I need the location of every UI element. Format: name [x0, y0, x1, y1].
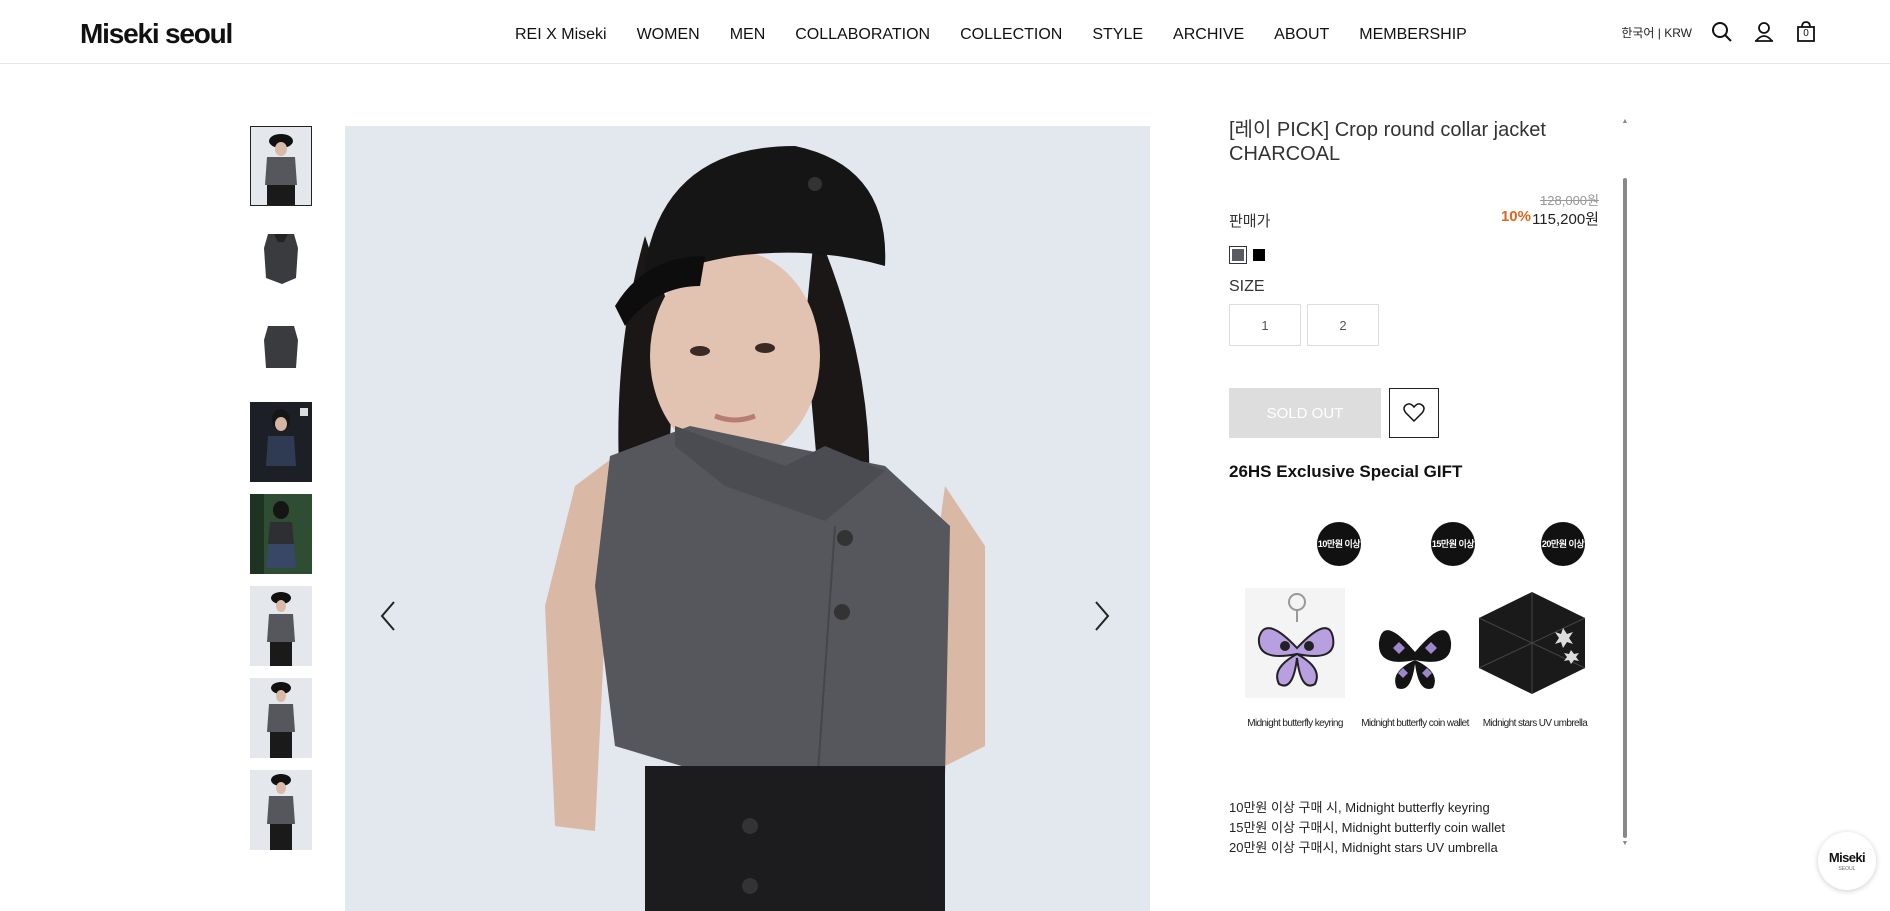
thumbnail-1[interactable] — [250, 126, 312, 206]
thumbnail-8[interactable] — [250, 770, 312, 850]
original-price: 128,000원 — [1540, 193, 1599, 208]
nav-item-style[interactable]: STYLE — [1092, 26, 1143, 44]
gift-badge: 20만원 이상 — [1541, 522, 1585, 566]
size-label: SIZE — [1229, 278, 1265, 295]
product-main-image — [345, 126, 1150, 911]
thumbnail-7[interactable] — [250, 678, 312, 758]
nav-item-collection[interactable]: COLLECTION — [960, 26, 1062, 44]
model-photo — [345, 126, 1150, 911]
header-utilities: 한국어 | KRW 0 — [1621, 20, 1818, 44]
color-swatch-charcoal[interactable] — [1229, 246, 1247, 264]
account-icon[interactable] — [1752, 20, 1776, 44]
heart-icon[interactable] — [1389, 388, 1439, 438]
gift-note: 20만원 이상 구매시, Midnight stars UV umbrella — [1229, 840, 1498, 855]
language-currency-selector[interactable]: 한국어 | KRW — [1621, 24, 1692, 41]
price-block: 판매가 128,000원 10% 115,200원 — [1229, 188, 1599, 238]
cart-count: 0 — [1803, 28, 1809, 39]
product-title: [레이 PICK] Crop round collar jacket CHARC… — [1229, 119, 1546, 165]
discount-rate: 10% — [1500, 208, 1531, 225]
nav-item-collaboration[interactable]: COLLABORATION — [795, 26, 930, 44]
thumbnail-list — [250, 126, 312, 862]
cart-icon[interactable]: 0 — [1794, 20, 1818, 44]
gift-caption: Midnight stars UV umbrella — [1482, 718, 1588, 729]
color-swatch-black[interactable] — [1253, 249, 1265, 261]
sold-out-button[interactable]: SOLD OUT — [1229, 388, 1381, 438]
search-icon[interactable] — [1710, 20, 1734, 44]
color-options — [1229, 246, 1599, 264]
gift-caption: Midnight butterfly coin wallet — [1361, 718, 1469, 729]
gift-showcase: 10만원 이상 Midnight butterfly keyring 15만원 … — [1229, 522, 1599, 752]
thumbnail-3[interactable] — [250, 310, 312, 390]
site-logo[interactable]: Miseki seoul — [80, 18, 233, 50]
scroll-up-icon[interactable]: ▲ — [1621, 118, 1629, 126]
nav-item-about[interactable]: ABOUT — [1274, 26, 1329, 44]
purchase-actions: SOLD OUT — [1229, 388, 1599, 438]
gift-item-umbrella: 20만원 이상 Midnight stars UV umbrella — [1475, 522, 1595, 742]
gift-item-coin-wallet: 15만원 이상 Midnight butterfly coin wallet — [1355, 522, 1475, 742]
gift-notes: 10만원 이상 구매 시, Midnight butterfly keyring… — [1229, 798, 1599, 858]
thumbnail-2[interactable] — [250, 218, 312, 298]
gift-caption: Midnight butterfly keyring — [1247, 718, 1343, 729]
thumbnail-6[interactable] — [250, 586, 312, 666]
thumbnail-5[interactable] — [250, 494, 312, 574]
umbrella-image — [1478, 592, 1586, 694]
nav-item-women[interactable]: WOMEN — [637, 26, 700, 44]
panel-scrollbar[interactable]: ▲ ▼ — [1621, 118, 1629, 848]
butterfly-keyring-image — [1245, 588, 1345, 698]
scroll-down-icon[interactable]: ▼ — [1621, 840, 1629, 848]
chevron-left-icon[interactable] — [373, 586, 403, 646]
gift-title: 26HS Exclusive Special GIFT — [1229, 462, 1463, 481]
gift-note: 15만원 이상 구매시, Midnight butterfly coin wal… — [1229, 820, 1505, 835]
size-option-2[interactable]: 2 — [1307, 304, 1379, 346]
sale-price: 115,200원 — [1532, 211, 1599, 228]
nav-item-men[interactable]: MEN — [730, 26, 766, 44]
floating-logo-button[interactable]: Miseki SEOUL — [1818, 832, 1876, 890]
size-options: 1 2 — [1229, 304, 1599, 346]
size-option-1[interactable]: 1 — [1229, 304, 1301, 346]
nav-item-membership[interactable]: MEMBERSHIP — [1359, 26, 1467, 44]
nav-item-archive[interactable]: ARCHIVE — [1173, 26, 1244, 44]
gift-note: 10만원 이상 구매 시, Midnight butterfly keyring — [1229, 800, 1490, 815]
chevron-right-icon[interactable] — [1087, 586, 1117, 646]
floating-logo-subtext: SEOUL — [1838, 866, 1856, 872]
price-label: 판매가 — [1229, 213, 1271, 230]
gift-item-keyring: 10만원 이상 Midnight butterfly keyring — [1235, 522, 1361, 742]
butterfly-wallet-image — [1378, 630, 1452, 689]
scrollbar-thumb[interactable] — [1623, 178, 1627, 838]
thumbnail-4[interactable] — [250, 402, 312, 482]
main-nav: REI X Miseki WOMEN MEN COLLABORATION COL… — [515, 26, 1497, 44]
nav-item-rei-x-miseki[interactable]: REI X Miseki — [515, 26, 607, 44]
gift-badge: 15만원 이상 — [1431, 522, 1475, 566]
floating-logo-text: Miseki — [1828, 850, 1866, 865]
site-header: Miseki seoul REI X Miseki WOMEN MEN COLL… — [0, 0, 1890, 64]
product-info-panel: [레이 PICK] Crop round collar jacket CHARC… — [1229, 118, 1599, 858]
